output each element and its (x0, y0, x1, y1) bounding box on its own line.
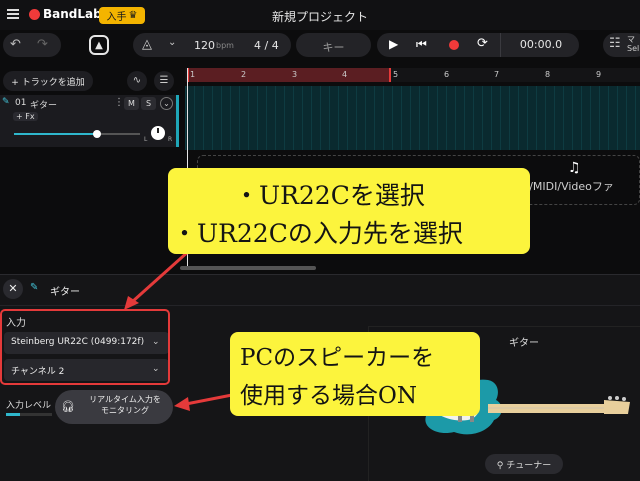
callout-line: ・UR22Cの入力先を選択 (172, 219, 463, 248)
callout-line: PCのスピーカーを (240, 345, 435, 371)
callout-line: ・UR22Cを選択 (234, 181, 425, 210)
callout-select-device: ・UR22Cを選択 ・UR22Cの入力先を選択 (168, 168, 530, 254)
callout-line: 使用する場合ON (240, 383, 417, 409)
callout-monitoring: PCのスピーカーを 使用する場合ON (230, 332, 480, 416)
